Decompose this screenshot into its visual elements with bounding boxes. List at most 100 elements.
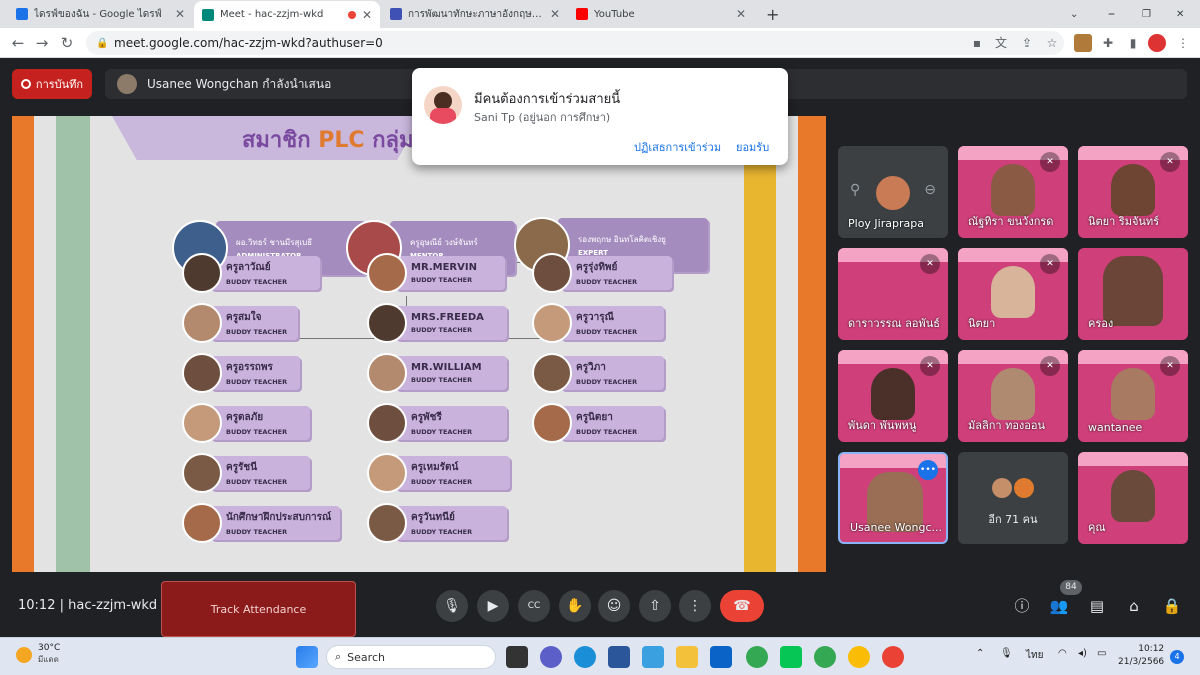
close-icon[interactable]: ✕ — [736, 7, 746, 21]
tab-meet[interactable]: Meet - hac-zzjm-wkd ✕ — [194, 1, 380, 28]
member-role: BUDDY TEACHER — [226, 328, 288, 336]
captions-button[interactable]: CC — [518, 590, 550, 622]
extension-icon[interactable] — [1074, 34, 1092, 52]
taskbar-search[interactable]: ⌕ Search — [326, 645, 496, 669]
line-icon[interactable] — [780, 646, 802, 668]
participant-tile[interactable]: ✕ wantanee — [1078, 350, 1188, 442]
meeting-code: 10:12 | hac-zzjm-wkd — [18, 598, 158, 613]
chrome-profile-icon[interactable] — [814, 646, 836, 668]
participant-tile[interactable]: ✕ ณัฐทิรา ขนวังกรด — [958, 146, 1068, 238]
word-icon[interactable] — [608, 646, 630, 668]
info-icon[interactable]: ⓘ — [1010, 594, 1034, 618]
buddy-teacher-card: ครูลาวัณย์ BUDDY TEACHER — [182, 253, 320, 293]
window-close-button[interactable]: ✕ — [1168, 2, 1196, 26]
edge-icon[interactable] — [574, 646, 596, 668]
volume-icon[interactable]: ◂) — [1078, 648, 1087, 659]
tab-youtube[interactable]: YouTube ✕ — [568, 2, 754, 26]
close-icon[interactable]: ✕ — [362, 8, 372, 22]
deny-button[interactable]: ปฏิเสธการเข้าร่วม — [634, 138, 721, 156]
dialog-heading: มีคนต้องการเข้าร่วมสายนี้ — [474, 92, 621, 107]
mic-button[interactable]: 🎙 — [436, 590, 468, 622]
wifi-icon[interactable]: ◠ — [1058, 648, 1067, 659]
teams-icon[interactable] — [540, 646, 562, 668]
more-options-button[interactable]: ⋮ — [679, 590, 711, 622]
close-icon[interactable]: ✕ — [175, 7, 185, 21]
participant-tile[interactable]: ครอง — [1078, 248, 1188, 340]
translate-icon[interactable]: 文 — [992, 34, 1010, 52]
profile-avatar[interactable] — [1148, 34, 1166, 52]
record-icon — [20, 79, 31, 89]
windows-start-icon[interactable] — [296, 646, 318, 668]
close-icon[interactable]: ✕ — [550, 7, 560, 21]
battery-icon[interactable]: ▭ — [1097, 648, 1106, 659]
weather-widget[interactable]: 30°C มีแดด — [16, 643, 60, 666]
participant-tile[interactable]: ⚲ ⊖ Ploy Jiraprapa — [838, 146, 948, 238]
avatar — [1014, 478, 1034, 498]
minimize-button[interactable]: – — [1100, 2, 1128, 26]
buddy-teacher-card: ครูอรรถพร BUDDY TEACHER — [182, 353, 300, 393]
menu-dots-icon[interactable]: ⋮ — [1174, 34, 1192, 52]
emoji-button[interactable]: ☺ — [598, 590, 630, 622]
language-indicator[interactable]: ไทย — [1026, 648, 1043, 663]
raise-hand-button[interactable]: ✋ — [559, 590, 591, 622]
chevron-up-icon[interactable]: ⌃ — [976, 648, 984, 659]
participant-tile[interactable]: ✕ นิตยา ริมจันทร์ — [1078, 146, 1188, 238]
app-l-icon[interactable] — [642, 646, 664, 668]
chrome-profile-icon[interactable] — [882, 646, 904, 668]
participant-name: wantanee — [1088, 421, 1143, 434]
chrome-profile-icon[interactable] — [848, 646, 870, 668]
lock-icon: 🔒 — [96, 37, 109, 49]
restore-button[interactable]: ❐ — [1134, 2, 1162, 26]
recording-button[interactable]: การบันทึก — [12, 69, 92, 99]
address-bar[interactable]: 🔒 meet.google.com/hac-zzjm-wkd?authuser=… — [86, 31, 1064, 55]
activities-icon[interactable]: ⌂ — [1122, 594, 1146, 618]
participant-tile[interactable]: ✕ มัลลิกา ทองออน — [958, 350, 1068, 442]
participant-tile[interactable]: ✕ ดาราวรรณ ลอพันธ์ — [838, 248, 948, 340]
sidebar-icon[interactable]: ▮ — [1124, 34, 1142, 52]
photo — [182, 353, 222, 393]
more-participants-tile[interactable]: อีก 71 คน — [958, 452, 1068, 544]
participant-tile[interactable]: ✕ พันดา พันพหนู — [838, 350, 948, 442]
control-bar: 10:12 | hac-zzjm-wkd Track Attendance 🎙 … — [0, 580, 1200, 637]
google-meet-icon — [202, 8, 214, 21]
task-view-icon[interactable] — [506, 646, 528, 668]
file-explorer-icon[interactable] — [676, 646, 698, 668]
microphone-icon[interactable]: 🎙 — [1000, 648, 1013, 659]
mail-icon[interactable] — [710, 646, 732, 668]
present-button[interactable]: ⇧ — [639, 590, 671, 622]
chat-icon[interactable]: ▤ — [1085, 594, 1109, 618]
participant-tile[interactable]: ✕ นิตยา — [958, 248, 1068, 340]
participant-name: ณัฐทิรา ขนวังกรด — [968, 215, 1054, 228]
member-role: BUDDY TEACHER — [411, 478, 473, 486]
back-arrow-icon[interactable]: ← — [8, 33, 28, 53]
member-name: ครูลาวัณย์ — [226, 262, 271, 273]
people-icon[interactable]: 👥 — [1047, 594, 1071, 618]
reload-icon[interactable]: ↻ — [57, 33, 77, 53]
share-icon[interactable]: ⇪ — [1018, 34, 1036, 52]
forward-arrow-icon[interactable]: → — [32, 33, 52, 53]
host-controls-icon[interactable]: 🔒 — [1160, 594, 1184, 618]
tab-classroom[interactable]: การพัฒนาทักษะภาษาอังกฤษ English ✕ — [382, 2, 568, 26]
buddy-teacher-card: ครูวารุณี BUDDY TEACHER — [532, 303, 664, 343]
puzzle-icon[interactable]: ✚ — [1099, 34, 1117, 52]
chevron-down-icon[interactable]: ⌄ — [1062, 2, 1090, 26]
camera-icon[interactable]: ▪ — [968, 34, 986, 52]
track-attendance-button[interactable]: Track Attendance — [161, 581, 356, 637]
member-name: MR.MERVIN — [411, 262, 477, 273]
admit-button[interactable]: ยอมรับ — [736, 138, 769, 156]
member-role: BUDDY TEACHER — [226, 428, 288, 436]
tab-title: YouTube — [594, 8, 635, 20]
end-call-button[interactable]: ☎ — [720, 590, 764, 622]
tab-google-drive[interactable]: ไดรฟ์ของฉัน - Google ไดรฟ์ ✕ — [8, 2, 193, 26]
youtube-icon — [576, 8, 588, 20]
face — [871, 368, 915, 420]
bookmark-star-icon[interactable]: ☆ — [1043, 34, 1061, 52]
chrome-icon[interactable] — [746, 646, 768, 668]
participant-tile-speaking[interactable]: ••• Usanee Wongc... — [838, 452, 948, 544]
stripe-orange-right — [798, 116, 826, 572]
participant-tile[interactable]: คุณ — [1078, 452, 1188, 544]
notification-badge[interactable]: 4 — [1170, 650, 1184, 664]
new-tab-button[interactable]: + — [758, 2, 786, 26]
camera-button[interactable]: ▶ — [477, 590, 509, 622]
system-clock[interactable]: 10:12 21/3/2566 — [1118, 643, 1164, 669]
